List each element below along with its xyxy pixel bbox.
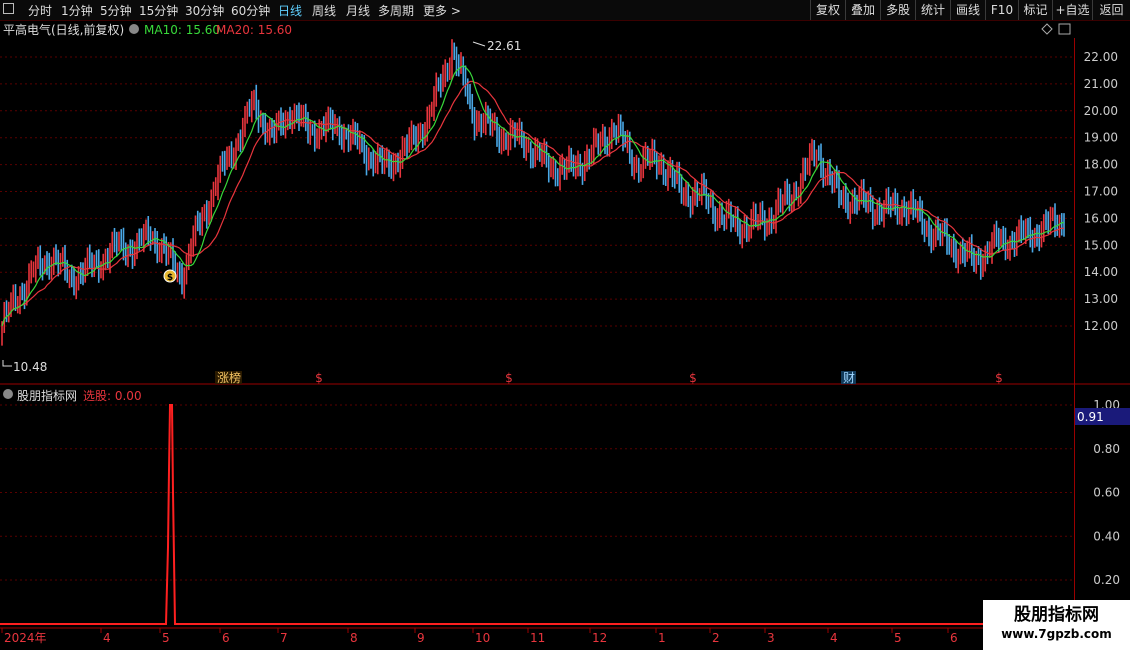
indicator-spike-line xyxy=(0,404,1074,625)
indicator-axis-label: 0.80 xyxy=(1093,442,1120,456)
price-axis-label: 18.00 xyxy=(1084,158,1118,172)
price-axis-label: 16.00 xyxy=(1084,211,1118,225)
price-axis-label: 21.00 xyxy=(1084,77,1118,91)
event-marker: $ xyxy=(315,371,323,385)
price-axis-label: 12.00 xyxy=(1084,319,1118,333)
high-price-pointer xyxy=(472,41,486,47)
chart-info-bar: 平高电气(日线,前复权) MA10: 15.60 MA20: 15.60 xyxy=(0,21,1070,39)
time-axis-label: 12 xyxy=(592,631,607,645)
price-axis-label: 17.00 xyxy=(1084,185,1118,199)
ma10-line xyxy=(1,65,1065,327)
time-axis-label: 4 xyxy=(103,631,111,645)
time-axis-label: 6 xyxy=(950,631,958,645)
time-axis-label: 4 xyxy=(830,631,838,645)
indicator-dropdown-icon[interactable] xyxy=(3,389,13,399)
time-axis-label: 2 xyxy=(712,631,720,645)
time-axis-label: 5 xyxy=(894,631,902,645)
price-axis-label: 14.00 xyxy=(1084,265,1118,279)
time-axis-label: 5 xyxy=(162,631,170,645)
event-marker: 涨榜 xyxy=(217,370,241,385)
kline-chart[interactable]: 22.00 21.00 20.00 19.00 18.00 17.00 16.00 15.00… xyxy=(0,0,1130,650)
watermark-url: www.7gpzb.com xyxy=(1001,627,1112,641)
price-axis-label: 19.00 xyxy=(1084,131,1118,145)
watermark: 股朋指标网 www.7gpzb.com xyxy=(983,600,1130,650)
stock-title: 平高电气(日线,前复权) xyxy=(3,23,125,37)
event-marker: $ xyxy=(995,371,1003,385)
event-marker: $ xyxy=(689,371,697,385)
low-price-pointer xyxy=(2,360,12,367)
settings-dropdown-icon[interactable] xyxy=(129,24,139,34)
indicator-axis-label: 0.40 xyxy=(1093,529,1120,543)
low-price-label: 10.48 xyxy=(13,360,47,374)
time-axis-label: 6 xyxy=(222,631,230,645)
indicator-current-value: 0.91 xyxy=(1077,410,1104,424)
ma20-value: MA20: 15.60 xyxy=(216,23,293,37)
event-marker: 财 xyxy=(843,371,855,385)
indicator-axis-label: 0.20 xyxy=(1093,573,1120,587)
event-marker: $ xyxy=(505,371,513,385)
high-price-label: 22.61 xyxy=(487,39,521,53)
indicator-name[interactable]: 股朋指标网 xyxy=(17,387,77,404)
time-axis-label: 9 xyxy=(417,631,425,645)
time-axis-label: 3 xyxy=(767,631,775,645)
indicator-axis-label: 0.60 xyxy=(1093,486,1120,500)
ma10-value: MA10: 15.60 xyxy=(144,23,221,37)
watermark-title: 股朋指标网 xyxy=(1014,605,1099,625)
indicator-label: 选股: 0.00 xyxy=(83,389,142,403)
time-axis-label: 7 xyxy=(280,631,288,645)
time-axis-label: 1 xyxy=(658,631,666,645)
buy-signal-glyph: $ xyxy=(167,273,173,283)
time-axis-label: 11 xyxy=(530,631,545,645)
price-axis-label: 20.00 xyxy=(1084,104,1118,118)
time-axis-label: 2024年 xyxy=(4,631,47,645)
price-axis-label: 13.00 xyxy=(1084,292,1118,306)
time-axis-label: 8 xyxy=(350,631,358,645)
time-axis-label: 10 xyxy=(475,631,490,645)
price-axis-label: 22.00 xyxy=(1084,50,1118,64)
price-axis-label: 15.00 xyxy=(1084,238,1118,252)
